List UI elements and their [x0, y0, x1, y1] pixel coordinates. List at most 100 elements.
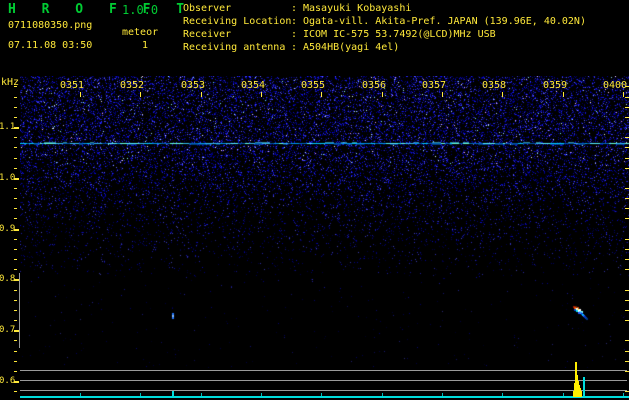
station-info-row: Receiving antenna: A504HB(yagi 4el): [183, 42, 399, 54]
time-tick-mark: [563, 92, 564, 97]
freq-minor-tick-right: [625, 310, 629, 311]
freq-minor-tick-left: [14, 198, 17, 199]
freq-minor-tick-right: [625, 158, 629, 159]
time-tick-label: 0351: [60, 80, 85, 91]
freq-minor-tick-right: [625, 361, 629, 362]
freq-minor-tick-right: [625, 107, 629, 108]
signal-spike: [583, 377, 585, 397]
time-tick-mark: [382, 92, 383, 97]
info-value: ICOM IC-575 53.7492(@LCD)MHz USB: [303, 29, 496, 40]
left-scale-bar: [19, 273, 20, 348]
signal-minute-tick: [321, 393, 322, 396]
freq-minor-tick-right: [625, 351, 629, 352]
signal-spike: [172, 391, 174, 397]
time-tick-label: 0357: [422, 80, 447, 91]
signal-ref-line: [20, 370, 627, 371]
freq-minor-tick-right: [625, 371, 629, 372]
info-label: Observer: [183, 3, 232, 14]
freq-minor-tick-right: [625, 168, 629, 169]
app-version: 1.0.0: [122, 3, 159, 17]
freq-minor-tick-left: [14, 269, 17, 270]
freq-minor-tick-left: [14, 361, 17, 362]
info-label: Receiving antenna: [183, 42, 286, 53]
freq-tick-label: 1.0: [0, 173, 16, 183]
freq-minor-tick-left: [14, 86, 17, 87]
freq-minor-tick-left: [14, 117, 17, 118]
signal-minute-tick: [261, 393, 262, 396]
time-tick-mark: [261, 92, 262, 97]
freq-tick-label: 1.1: [0, 122, 16, 132]
freq-minor-tick-right: [625, 218, 629, 219]
freq-minor-tick-left: [14, 97, 17, 98]
signal-minute-tick: [201, 393, 202, 396]
spectrogram-canvas: [20, 76, 629, 368]
time-tick-mark: [321, 92, 322, 97]
station-info-row: Receiver: ICOM IC-575 53.7492(@LCD)MHz US…: [183, 29, 496, 41]
time-tick-label: 0355: [301, 80, 326, 91]
freq-minor-tick-left: [14, 107, 17, 108]
info-value: Ogata-vill. Akita-Pref. JAPAN (139.96E, …: [303, 16, 586, 27]
freq-minor-tick-left: [14, 351, 17, 352]
time-tick-mark: [502, 92, 503, 97]
freq-minor-tick-right: [625, 137, 629, 138]
freq-minor-tick-right: [625, 320, 629, 321]
time-tick-mark: [201, 92, 202, 97]
time-tick-mark: [442, 92, 443, 97]
signal-minute-tick: [502, 393, 503, 396]
time-tick-label: 0356: [362, 80, 387, 91]
info-separator: :: [291, 29, 298, 40]
freq-minor-tick-left: [14, 300, 17, 301]
info-label: Receiving Location: [183, 16, 292, 27]
freq-minor-tick-left: [14, 137, 17, 138]
mode-label: meteor: [122, 27, 159, 38]
freq-minor-tick-right: [625, 269, 629, 270]
time-tick-mark: [80, 92, 81, 97]
freq-major-tick: [14, 178, 19, 180]
freq-minor-tick-right: [625, 391, 629, 392]
freq-minor-tick-left: [14, 168, 17, 169]
freq-minor-tick-right: [625, 188, 629, 189]
freq-minor-tick-right: [625, 340, 629, 341]
signal-minute-tick: [382, 393, 383, 396]
freq-minor-tick-left: [14, 147, 17, 148]
freq-minor-tick-left: [14, 208, 17, 209]
freq-minor-tick-left: [14, 158, 17, 159]
datetime-label: 07.11.08 03:50: [8, 40, 93, 51]
freq-minor-tick-right: [625, 86, 629, 87]
time-tick-label: 0400: [603, 80, 628, 91]
freq-minor-tick-right: [625, 249, 629, 250]
freq-minor-tick-left: [14, 259, 17, 260]
time-tick-label: 0358: [482, 80, 507, 91]
freq-minor-tick-left: [14, 239, 17, 240]
freq-minor-tick-right: [625, 290, 629, 291]
time-tick-mark: [140, 92, 141, 97]
freq-tick-label: 0.9: [0, 224, 16, 234]
signal-baseline: [20, 396, 629, 398]
signal-minute-tick: [623, 393, 624, 396]
freq-tick-label: 0.8: [0, 274, 16, 284]
signal-ref-line: [20, 390, 627, 391]
freq-major-tick: [14, 229, 19, 231]
freq-minor-tick-left: [14, 391, 17, 392]
output-filename: 0711080350.png: [8, 20, 93, 31]
freq-minor-tick-right: [625, 300, 629, 301]
hrofft-screen: H R O F F T 1.0.0 0711080350.png meteor …: [0, 0, 629, 400]
freq-minor-tick-left: [14, 188, 17, 189]
signal-minute-tick: [140, 393, 141, 396]
time-tick-label: 0359: [543, 80, 568, 91]
time-tick-mark: [623, 92, 624, 97]
meteor-count: 1: [142, 40, 149, 51]
freq-tick-label: 0.7: [0, 325, 16, 335]
freq-minor-tick-left: [14, 340, 17, 341]
freq-minor-tick-left: [14, 310, 17, 311]
freq-minor-tick-right: [625, 97, 629, 98]
freq-minor-tick-right: [625, 147, 629, 148]
info-separator: :: [291, 42, 298, 53]
freq-minor-tick-right: [625, 208, 629, 209]
info-separator: :: [291, 3, 298, 14]
freq-minor-tick-left: [14, 218, 17, 219]
freq-major-tick: [14, 127, 19, 129]
freq-minor-tick-left: [14, 371, 17, 372]
freq-minor-tick-right: [625, 198, 629, 199]
freq-minor-tick-right: [625, 239, 629, 240]
